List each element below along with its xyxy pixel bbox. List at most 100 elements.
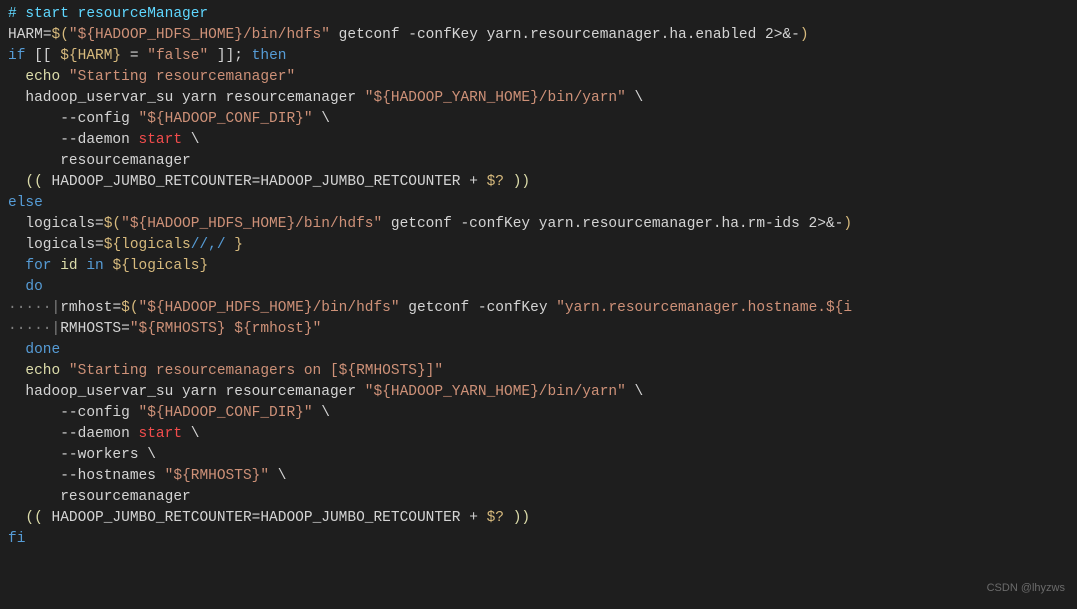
- operator: =: [112, 300, 121, 316]
- subcommand: start: [139, 132, 183, 148]
- string: "${HADOOP_HDFS_HOME}/bin/hdfs": [139, 300, 400, 316]
- code-line: resourcemanager: [8, 151, 1077, 172]
- loop-var: id: [60, 258, 77, 274]
- string: "yarn.resourcemanager.hostname.${i: [556, 300, 852, 316]
- arith-open: ((: [8, 174, 52, 190]
- code-line: do: [8, 277, 1077, 298]
- arith-close: )): [504, 510, 530, 526]
- string: "${HADOOP_CONF_DIR}": [139, 111, 313, 127]
- string: "false": [147, 48, 208, 64]
- var-name: RMHOSTS: [60, 321, 121, 337]
- arg: resourcemanager: [8, 489, 191, 505]
- keyword-else: else: [8, 195, 43, 211]
- special-var: $?: [487, 174, 504, 190]
- subshell-open: $(: [104, 216, 121, 232]
- string: "${HADOOP_YARN_HOME}/bin/yarn": [365, 90, 626, 106]
- continuation: \: [313, 111, 330, 127]
- subshell-open: $(: [52, 27, 69, 43]
- string: "${HADOOP_CONF_DIR}": [139, 405, 313, 421]
- operator: =: [95, 216, 104, 232]
- code-line: ·····|RMHOSTS="${RMHOSTS} ${rmhost}": [8, 319, 1077, 340]
- comment: # start resourceManager: [8, 6, 208, 22]
- code-line: echo "Starting resourcemanager": [8, 67, 1077, 88]
- space: [60, 363, 69, 379]
- code-line: logicals=$("${HADOOP_HDFS_HOME}/bin/hdfs…: [8, 214, 1077, 235]
- string: "Starting resourcemanagers on [${RMHOSTS…: [69, 363, 443, 379]
- args: getconf -confKey yarn.resourcemanager.ha…: [382, 216, 843, 232]
- string: "${HADOOP_HDFS_HOME}/bin/hdfs": [69, 27, 330, 43]
- code-line: else: [8, 193, 1077, 214]
- arith-close: )): [504, 174, 530, 190]
- var-name: HARM: [8, 27, 43, 43]
- code-line: if [[ ${HARM} = "false" ]]; then: [8, 46, 1077, 67]
- var-name: logicals: [8, 216, 95, 232]
- operator: =: [43, 27, 52, 43]
- continuation: \: [182, 426, 199, 442]
- var-name: HADOOP_JUMBO_RETCOUNTER: [52, 174, 252, 190]
- operator: +: [461, 174, 487, 190]
- keyword-do: do: [25, 279, 42, 295]
- continuation: \: [269, 468, 286, 484]
- string: "${HADOOP_HDFS_HOME}/bin/hdfs": [121, 216, 382, 232]
- space: [52, 258, 61, 274]
- string: "${RMHOSTS} ${rmhost}": [130, 321, 321, 337]
- space: [60, 69, 69, 85]
- code-line: --config "${HADOOP_CONF_DIR}" \: [8, 403, 1077, 424]
- code-line: hadoop_uservar_su yarn resourcemanager "…: [8, 88, 1077, 109]
- continuation: \: [313, 405, 330, 421]
- code-line: for id in ${logicals}: [8, 256, 1077, 277]
- watermark-label: CSDN @lhyzws: [987, 578, 1065, 599]
- subcommand: start: [139, 426, 183, 442]
- flag: --config: [8, 111, 139, 127]
- indent: [8, 279, 25, 295]
- flag: --daemon: [8, 132, 139, 148]
- var-ref: ${HARM}: [60, 48, 121, 64]
- operator: +: [461, 510, 487, 526]
- code-line: # start resourceManager: [8, 4, 1077, 25]
- var-name: HADOOP_JUMBO_RETCOUNTER: [52, 510, 252, 526]
- code-line: echo "Starting resourcemanagers on [${RM…: [8, 361, 1077, 382]
- string: "Starting resourcemanager": [69, 69, 295, 85]
- code-line: HARM=$("${HADOOP_HDFS_HOME}/bin/hdfs" ge…: [8, 25, 1077, 46]
- subshell-close: ): [843, 216, 852, 232]
- code-line: (( HADOOP_JUMBO_RETCOUNTER=HADOOP_JUMBO_…: [8, 508, 1077, 529]
- keyword-then: then: [252, 48, 287, 64]
- keyword-if: if: [8, 48, 25, 64]
- code-line: --workers \: [8, 445, 1077, 466]
- keyword-fi: fi: [8, 531, 25, 547]
- code-line: (( HADOOP_JUMBO_RETCOUNTER=HADOOP_JUMBO_…: [8, 172, 1077, 193]
- flag: --daemon: [8, 426, 139, 442]
- operator: =: [95, 237, 104, 253]
- arg: resourcemanager: [8, 153, 191, 169]
- command: hadoop_uservar_su yarn resourcemanager: [8, 90, 365, 106]
- var-name: logicals: [8, 237, 95, 253]
- string: "${HADOOP_YARN_HOME}/bin/yarn": [365, 384, 626, 400]
- whitespace-guide: ·····|: [8, 300, 60, 316]
- special-var: $?: [487, 510, 504, 526]
- bracket: [[: [25, 48, 60, 64]
- code-line: logicals=${logicals//,/ }: [8, 235, 1077, 256]
- subshell-open: $(: [121, 300, 138, 316]
- builtin-echo: echo: [25, 363, 60, 379]
- var-name: HADOOP_JUMBO_RETCOUNTER: [260, 174, 460, 190]
- pattern: //,/: [191, 237, 226, 253]
- string: "${RMHOSTS}": [165, 468, 269, 484]
- code-line: --hostnames "${RMHOSTS}" \: [8, 466, 1077, 487]
- indent: [8, 363, 25, 379]
- builtin-echo: echo: [25, 69, 60, 85]
- keyword-in: in: [86, 258, 103, 274]
- var-ref: ${logicals}: [112, 258, 208, 274]
- continuation: \: [626, 384, 643, 400]
- code-line: hadoop_uservar_su yarn resourcemanager "…: [8, 382, 1077, 403]
- flag: --workers \: [8, 447, 156, 463]
- param-expand: ${logicals: [104, 237, 191, 253]
- code-line: resourcemanager: [8, 487, 1077, 508]
- indent: [8, 342, 25, 358]
- code-line: done: [8, 340, 1077, 361]
- code-line: --config "${HADOOP_CONF_DIR}" \: [8, 109, 1077, 130]
- command: hadoop_uservar_su yarn resourcemanager: [8, 384, 365, 400]
- var-name: HADOOP_JUMBO_RETCOUNTER: [260, 510, 460, 526]
- code-line: ·····|rmhost=$("${HADOOP_HDFS_HOME}/bin/…: [8, 298, 1077, 319]
- arith-open: ((: [8, 510, 52, 526]
- bracket: ]];: [208, 48, 252, 64]
